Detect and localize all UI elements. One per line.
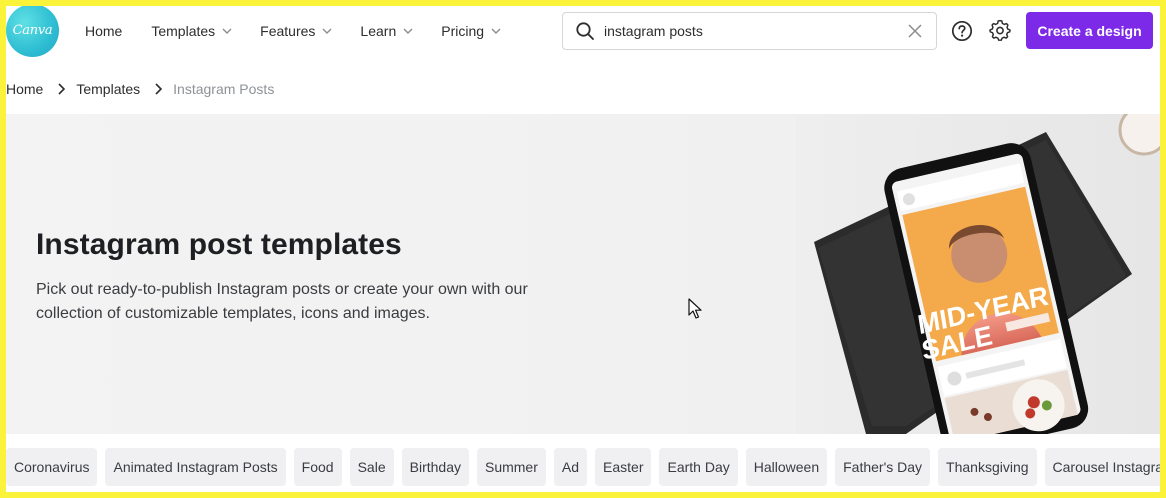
close-icon[interactable] [908, 24, 922, 38]
breadcrumb-current: Instagram Posts [173, 81, 275, 97]
hero-banner: Instagram post templates Pick out ready-… [6, 114, 1160, 434]
mouse-cursor-icon [688, 298, 702, 319]
nav-home[interactable]: Home [85, 23, 122, 39]
category-chip[interactable]: Food [293, 448, 342, 486]
watch-decoration [1118, 114, 1160, 156]
hero-description-line2: collection of customizable templates, ic… [36, 305, 430, 322]
chevron-down-icon [322, 28, 332, 34]
help-icon[interactable] [951, 20, 973, 42]
main-nav: Home Templates Features Learn Pricing [74, 6, 529, 56]
hero-illustration: MID-YEAR SALE [796, 114, 1160, 434]
category-chip[interactable]: Halloween [745, 448, 828, 486]
gear-icon[interactable] [989, 19, 1011, 41]
chevron-down-icon [403, 28, 413, 34]
nav-pricing-label: Pricing [441, 23, 485, 39]
category-chip[interactable]: Father's Day [835, 448, 931, 486]
category-chip[interactable]: Birthday [401, 448, 469, 486]
nav-templates-label: Templates [151, 23, 216, 39]
breadcrumb-home[interactable]: Home [6, 81, 43, 97]
breadcrumb-templates[interactable]: Templates [76, 81, 140, 97]
top-navigation-bar: Canva Home Templates Features Learn Pric… [6, 6, 1160, 57]
category-chip[interactable]: Coronavirus [6, 448, 98, 486]
nav-templates[interactable]: Templates [151, 23, 232, 39]
nav-features-label: Features [260, 23, 316, 39]
nav-features[interactable]: Features [260, 23, 332, 39]
nav-learn[interactable]: Learn [360, 23, 413, 39]
category-chip[interactable]: Carousel Instagram Posts [1044, 448, 1160, 486]
logo-text: Canva [12, 23, 53, 38]
category-chip[interactable]: Summer [476, 448, 546, 486]
chevron-right-icon [155, 83, 163, 95]
search-input[interactable] [604, 23, 894, 39]
category-chip[interactable]: Easter [595, 448, 652, 486]
create-design-button[interactable]: Create a design [1026, 12, 1153, 49]
breadcrumb: Home Templates Instagram Posts [6, 78, 274, 100]
category-chip-list: Coronavirus Animated Instagram Posts Foo… [6, 448, 1160, 486]
nav-learn-label: Learn [360, 23, 397, 39]
category-chip[interactable]: Earth Day [659, 448, 738, 486]
category-chip[interactable]: Sale [349, 448, 394, 486]
chevron-down-icon [491, 28, 501, 34]
chevron-right-icon [58, 83, 66, 95]
nav-pricing[interactable]: Pricing [441, 23, 501, 39]
search-icon [576, 22, 594, 40]
search-bar[interactable] [562, 12, 937, 50]
page-frame: Canva Home Templates Features Learn Pric… [6, 6, 1160, 492]
page-title: Instagram post templates [36, 228, 402, 261]
canva-logo[interactable]: Canva [6, 6, 59, 57]
category-chip[interactable]: Ad [553, 448, 588, 486]
hero-description: Pick out ready-to-publish Instagram post… [36, 278, 556, 326]
category-chip[interactable]: Animated Instagram Posts [105, 448, 286, 486]
nav-home-label: Home [85, 23, 123, 39]
chevron-down-icon [222, 28, 232, 34]
hero-description-line1: Pick out ready-to-publish Instagram post… [36, 281, 528, 298]
category-chip[interactable]: Thanksgiving [938, 448, 1037, 486]
